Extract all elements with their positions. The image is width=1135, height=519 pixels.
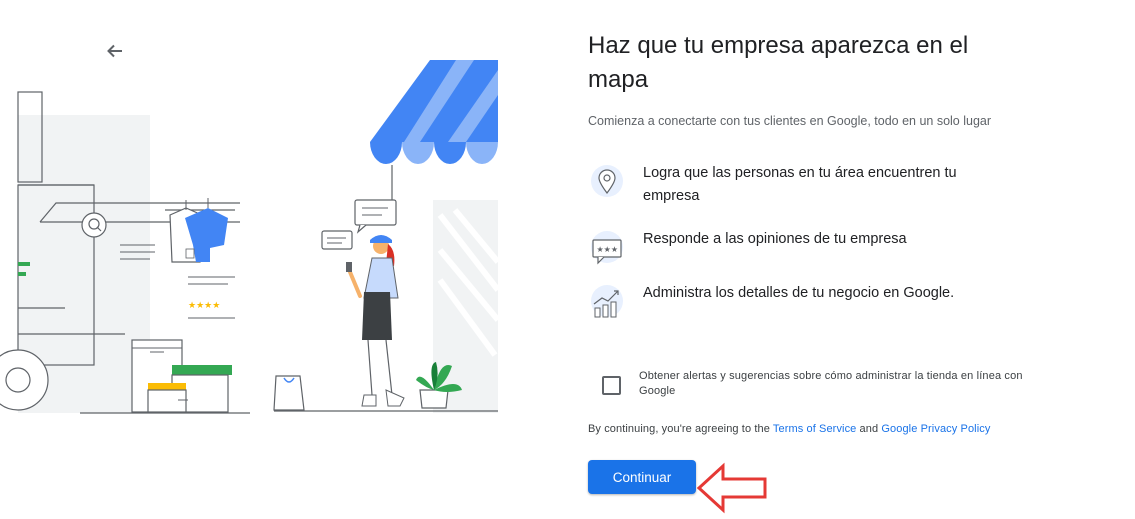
feature-text: Responde a las opiniones de tu empresa [643,231,907,247]
terms-notice: By continuing, you're agreeing to the Te… [588,423,990,435]
alerts-consent: Obtener alertas y sugerencias sobre cómo… [602,369,1029,399]
privacy-policy-link[interactable]: Google Privacy Policy [881,423,990,435]
feature-text: Administra los detalles de tu negocio en… [643,285,955,301]
terms-of-service-link[interactable]: Terms of Service [773,423,857,435]
review-stars-icon: ★★★ [588,228,626,266]
alerts-checkbox-label[interactable]: Obtener alertas y sugerencias sobre cómo… [639,369,1029,399]
map-pin-icon [588,162,626,200]
continue-button[interactable]: Continuar [588,460,696,494]
terms-prefix: By continuing, you're agreeing to the [588,423,773,435]
feature-text: Logra que las personas en tu área encuen… [643,165,957,204]
feature-item-manage-details: Administra los detalles de tu negocio en… [588,282,1003,320]
annotation-arrow-icon [696,462,771,514]
page-subtitle: Comienza a conectarte con tus clientes e… [588,114,992,128]
feature-item-reviews: ★★★ Responde a las opiniones de tu empre… [588,228,1003,266]
alerts-checkbox[interactable] [602,376,621,395]
analytics-chart-icon [588,282,626,320]
page-title: Haz que tu empresa aparezca en el mapa [588,32,969,93]
storefront-illustration: ★★★★ [0,40,520,440]
svg-text:★★★★: ★★★★ [188,301,220,311]
feature-item-find-business: Logra que las personas en tu área encuen… [588,162,1003,208]
svg-text:★★★: ★★★ [597,245,619,254]
terms-and: and [856,423,882,435]
